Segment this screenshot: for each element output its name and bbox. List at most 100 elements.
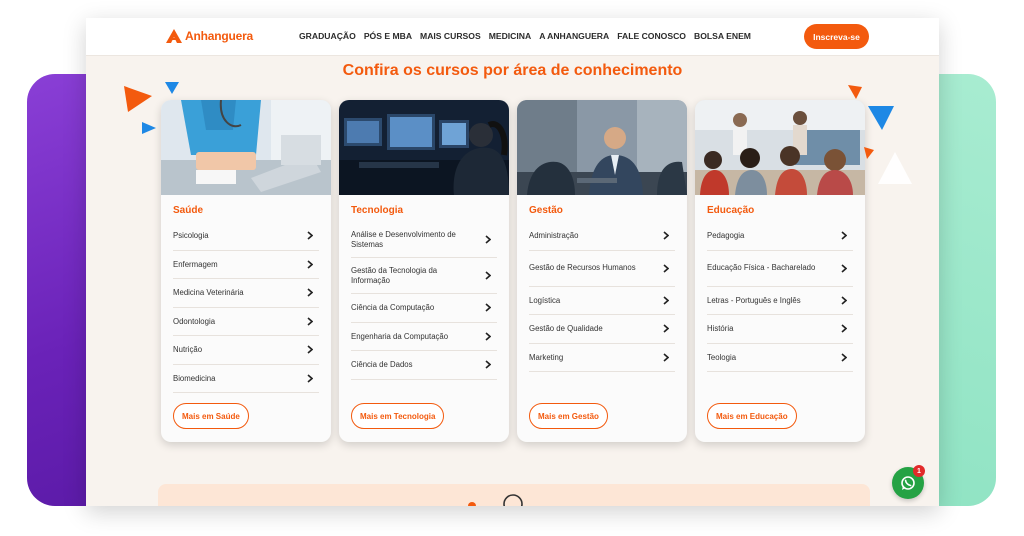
list-item[interactable]: Engenharia da Computação: [351, 323, 497, 351]
list-item[interactable]: Psicologia: [173, 222, 319, 251]
course-label: Odontologia: [173, 316, 216, 326]
course-list: Pedagogia Educação Física - Bacharelado …: [707, 222, 853, 372]
nav-fale-conosco[interactable]: FALE CONOSCO: [617, 31, 686, 41]
chevron-right-icon: [305, 345, 315, 355]
course-label: Ciência da Computação: [351, 303, 435, 312]
nav-graduacao[interactable]: GRADUAÇÃO: [299, 31, 356, 41]
triangle-blue-decoration: [165, 82, 179, 94]
triangle-blue-decoration: [868, 106, 894, 130]
course-label: Gestão da Tecnologia da Informação: [351, 266, 438, 285]
chevron-right-icon: [483, 271, 493, 281]
list-item[interactable]: História: [707, 315, 853, 344]
whatsapp-icon: [901, 476, 915, 490]
inscreva-se-button[interactable]: Inscreva-se: [804, 24, 869, 49]
list-item[interactable]: Teologia: [707, 344, 853, 372]
chevron-right-icon: [839, 295, 849, 305]
list-item[interactable]: Logística: [529, 287, 675, 315]
chevron-right-icon: [661, 295, 671, 305]
list-item[interactable]: Medicina Veterinária: [173, 279, 319, 308]
list-item[interactable]: Letras - Português e Inglês: [707, 287, 853, 315]
chevron-right-icon: [839, 263, 849, 273]
chevron-right-icon: [483, 235, 493, 245]
nav-bolsa-enem[interactable]: BOLSA ENEM: [694, 31, 751, 41]
course-label: Nutrição: [173, 345, 203, 354]
chevron-right-icon: [839, 352, 849, 362]
chevron-right-icon: [661, 231, 671, 241]
chevron-right-icon: [305, 316, 315, 326]
course-label: Psicologia: [173, 231, 209, 240]
list-item[interactable]: Análise e Desenvolvimento de Sistemas: [351, 222, 497, 258]
list-item[interactable]: Gestão de Recursos Humanos: [529, 251, 675, 287]
chevron-right-icon: [839, 231, 849, 241]
logo-text: Anhanguera: [185, 29, 254, 43]
mais-em-saude-button[interactable]: Mais em Saúde: [173, 403, 249, 429]
list-item[interactable]: Odontologia: [173, 308, 319, 336]
mais-em-tecnologia-button[interactable]: Mais em Tecnologia: [351, 403, 445, 429]
course-label: Teologia: [707, 352, 737, 362]
banner-decoration: [468, 494, 523, 506]
list-item[interactable]: Nutrição: [173, 336, 319, 365]
logo[interactable]: Anhanguera: [166, 29, 253, 43]
nav-a-anhanguera[interactable]: A ANHANGUERA: [539, 31, 609, 41]
course-label: Letras - Português e Inglês: [707, 295, 801, 305]
card-title: Saúde: [173, 205, 204, 216]
mais-em-gestao-button[interactable]: Mais em Gestão: [529, 403, 608, 429]
card-tecnologia: Tecnologia Análise e Desenvolvimento de …: [339, 100, 509, 442]
course-label: Biomedicina: [173, 373, 216, 383]
course-label: Gestão de Qualidade: [529, 324, 603, 333]
chevron-right-icon: [305, 288, 315, 298]
chevron-right-icon: [661, 324, 671, 334]
list-item[interactable]: Educação Física - Bacharelado: [707, 251, 853, 287]
course-label: Engenharia da Computação: [351, 331, 449, 341]
triangle-orange-decoration: [124, 86, 152, 112]
card-image-educacao: [695, 100, 865, 195]
list-item[interactable]: Pedagogia: [707, 222, 853, 251]
course-list: Psicologia Enfermagem Medicina Veterinár…: [173, 222, 319, 393]
chevron-right-icon: [483, 331, 493, 341]
navbar: Anhanguera GRADUAÇÃO PÓS E MBA MAIS CURS…: [86, 18, 939, 56]
card-saude: Saúde Psicologia Enfermagem Medicina Vet…: [161, 100, 331, 442]
course-label: Logística: [529, 295, 561, 305]
chevron-right-icon: [305, 373, 315, 383]
triangle-blue-decoration: [142, 122, 156, 134]
course-label: Análise e Desenvolvimento de Sistemas: [351, 230, 456, 249]
stage: Anhanguera GRADUAÇÃO PÓS E MBA MAIS CURS…: [0, 0, 1024, 536]
triangle-white-decoration: [878, 152, 912, 184]
chevron-right-icon: [483, 303, 493, 313]
list-item[interactable]: Gestão de Qualidade: [529, 315, 675, 344]
triangle-orange-decoration: [848, 85, 862, 99]
card-title: Educação: [707, 205, 755, 216]
notification-badge: 1: [913, 465, 925, 477]
browser-window: Anhanguera GRADUAÇÃO PÓS E MBA MAIS CURS…: [86, 18, 939, 506]
course-label: Medicina Veterinária: [173, 288, 244, 297]
nav-medicina[interactable]: MEDICINA: [489, 31, 532, 41]
card-image-gestao: [517, 100, 687, 195]
mais-em-educacao-button[interactable]: Mais em Educação: [707, 403, 797, 429]
chevron-right-icon: [661, 263, 671, 273]
course-label: Educação Física - Bacharelado: [707, 263, 816, 273]
card-gestao: Gestão Administração Gestão de Recursos …: [517, 100, 687, 442]
card-title: Gestão: [529, 205, 563, 216]
logo-icon: [166, 29, 182, 43]
list-item[interactable]: Administração: [529, 222, 675, 251]
course-label: História: [707, 324, 734, 333]
course-label: Pedagogia: [707, 231, 745, 240]
main-nav: GRADUAÇÃO PÓS E MBA MAIS CURSOS MEDICINA…: [299, 31, 751, 41]
card-title: Tecnologia: [351, 205, 404, 216]
nav-mais-cursos[interactable]: MAIS CURSOS: [420, 31, 481, 41]
list-item[interactable]: Biomedicina: [173, 365, 319, 393]
bottom-banner: [158, 484, 870, 506]
list-item[interactable]: Marketing: [529, 344, 675, 372]
section-title: Confira os cursos por área de conhecimen…: [342, 62, 683, 79]
card-image-tecnologia: [339, 100, 509, 195]
list-item[interactable]: Ciência de Dados: [351, 351, 497, 380]
chevron-right-icon: [305, 231, 315, 241]
list-item[interactable]: Ciência da Computação: [351, 294, 497, 323]
card-educacao: Educação Pedagogia Educação Física - Bac…: [695, 100, 865, 442]
nav-pos-mba[interactable]: PÓS E MBA: [364, 31, 412, 41]
list-item[interactable]: Enfermagem: [173, 251, 319, 279]
course-label: Enfermagem: [173, 259, 218, 269]
list-item[interactable]: Gestão da Tecnologia da Informação: [351, 258, 497, 294]
triangle-orange-decoration: [864, 147, 874, 159]
course-list: Administração Gestão de Recursos Humanos…: [529, 222, 675, 372]
